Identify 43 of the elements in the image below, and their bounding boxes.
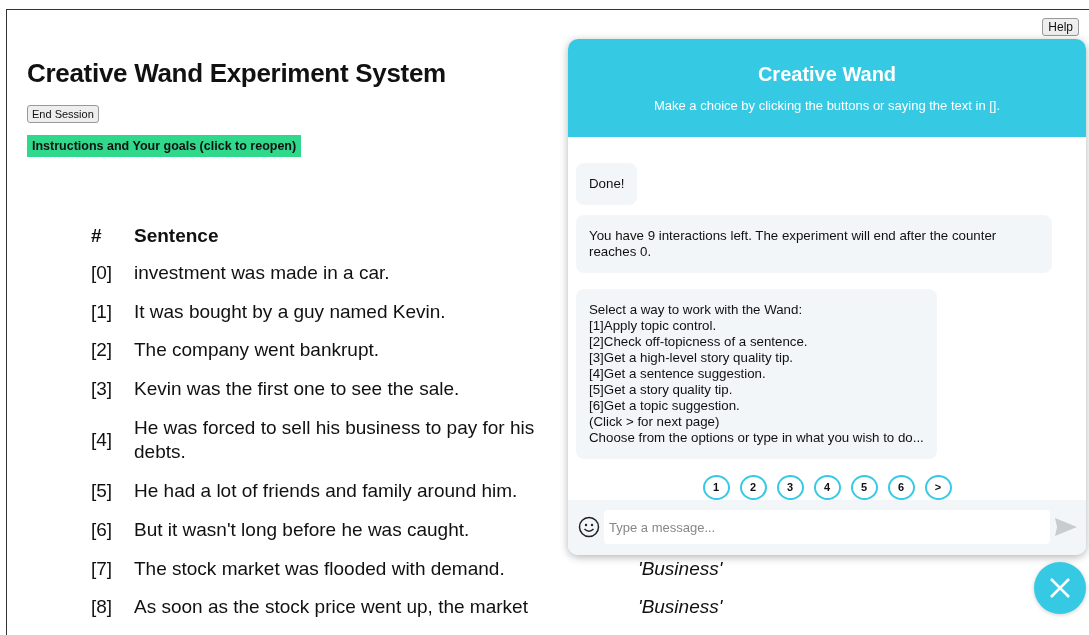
sentence-text: But it wasn't long before he was caught. [134, 517, 471, 542]
topic-label: 'Business' [638, 556, 724, 581]
row-index: [0] [91, 261, 114, 285]
emoji-icon[interactable] [578, 516, 600, 539]
quick-reply-button[interactable]: 6 [887, 474, 915, 500]
quick-reply-button[interactable]: 2 [739, 474, 767, 500]
instructions-banner[interactable]: Instructions and Your goals (click to reopen) [27, 135, 302, 157]
column-header: # [91, 225, 103, 247]
sentence-text: investment was made in a car. [134, 261, 391, 285]
message-input[interactable]: Type a message... [604, 510, 1050, 545]
close-icon [1048, 576, 1072, 600]
sentence-text: He was forced to sell his business to pay for his debts. [134, 415, 536, 465]
sentence-text: The stock market was flooded with demand. [134, 556, 506, 581]
row-index: [7] [91, 556, 114, 581]
row-index: [2] [91, 338, 114, 363]
row-index: [8] [91, 595, 114, 620]
send-icon[interactable] [1054, 517, 1078, 538]
row-index: [6] [91, 517, 114, 542]
close-chat-button[interactable] [1034, 562, 1086, 614]
sentence-text: The company went bankrupt. [134, 338, 381, 363]
quick-reply-button[interactable]: 1 [702, 474, 730, 500]
row-index: [3] [91, 377, 114, 402]
sentence-text: Kevin was the first one to see the sale. [134, 377, 461, 402]
quick-reply-button[interactable]: 4 [813, 474, 841, 500]
page-title: Creative Wand Experiment System [27, 58, 446, 89]
quick-reply-button[interactable]: 5 [850, 474, 878, 500]
chat-message: Select a way to work with the Wand: [1]Apply topic control. [2]Check off-topicness of a sentence. [3]Get a high-level story quality tip. [4]Get a sentence suggestion. [5]Get a story quality tip. [6]Get a topic suggestion. (Click > for next page) Choose from the options or type in what you wish to do... [576, 288, 937, 459]
chat-message: Done! [576, 163, 638, 206]
topic-label: 'Business' [638, 595, 724, 620]
column-header: Sentence [134, 225, 220, 247]
end-session-button[interactable]: End Session [27, 105, 99, 123]
row-index: [5] [91, 479, 114, 504]
chat-title: Creative Wand [757, 63, 897, 87]
chat-message: You have 9 interactions left. The experiment will end after the counter reaches 0. [576, 215, 1052, 273]
quick-reply-button[interactable]: 3 [776, 474, 804, 500]
quick-reply-button[interactable]: > [924, 474, 952, 500]
sentence-text: As soon as the stock price went up, the market [134, 595, 529, 620]
sentence-text: It was bought by a guy named Kevin. [134, 299, 447, 324]
row-index: [4] [91, 428, 114, 453]
sentence-text: He had a lot of friends and family around him. [134, 479, 519, 504]
chat-subtitle: Make a choice by clicking the buttons or saying the text in []. [653, 98, 1001, 114]
row-index: [1] [91, 299, 114, 324]
help-button[interactable]: Help [1042, 18, 1079, 36]
